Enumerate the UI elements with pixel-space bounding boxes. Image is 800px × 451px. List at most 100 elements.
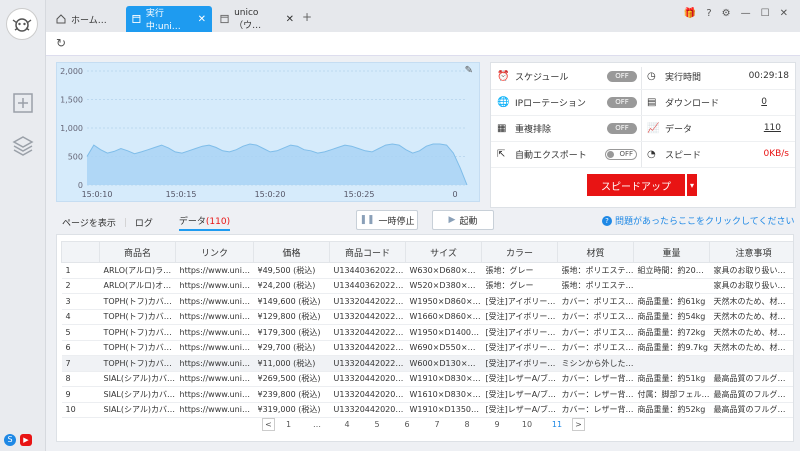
- table-cell: U13320442022924…: [329, 309, 406, 325]
- close-icon[interactable]: ✕: [286, 14, 294, 25]
- data-label: データ: [665, 124, 693, 135]
- skype-icon[interactable]: S: [4, 434, 16, 446]
- page-5[interactable]: 5: [362, 420, 392, 429]
- speed-chart: 2,000 1,500 1,000 500 0 15:0:10 15:0:15 15:0:20…: [56, 62, 480, 202]
- table-cell: SIAL(シアル)カバ…: [99, 371, 176, 387]
- table-cell: 1: [61, 262, 100, 279]
- download-icon: ▤: [647, 96, 657, 108]
- alarm-icon: ⏰: [497, 70, 510, 82]
- page-11-current[interactable]: 11: [542, 420, 572, 429]
- globe-icon: 🌐: [497, 96, 510, 108]
- tab-log[interactable]: ログ: [135, 216, 153, 229]
- refresh-icon[interactable]: ↻: [56, 36, 66, 50]
- table-cell: ¥179,300 (税込): [253, 324, 330, 341]
- column-header[interactable]: リンク: [175, 241, 254, 263]
- youtube-icon[interactable]: ▶: [20, 434, 32, 446]
- speed-up-dropdown[interactable]: ▾: [686, 174, 697, 196]
- pause-button[interactable]: ❚❚ 一時停止: [356, 210, 418, 230]
- table-row[interactable]: 5TOPH(トフ)カバー…https://www.unico-f…¥179,30…: [61, 324, 793, 341]
- table-cell: 4: [61, 309, 100, 325]
- y-tick-label: 1,000: [60, 124, 83, 133]
- maximize-icon[interactable]: ☐: [761, 8, 770, 19]
- help-icon[interactable]: ?: [706, 8, 711, 19]
- table-row[interactable]: 10SIAL(シアル)カバ…https://www.unico-f…¥319,0…: [61, 402, 793, 418]
- y-tick-label: 2,000: [60, 67, 83, 76]
- download-label: ダウンロード: [665, 98, 720, 109]
- column-header[interactable]: 注意事項: [709, 241, 793, 263]
- column-header[interactable]: カラー: [481, 241, 558, 263]
- home-icon: [56, 14, 66, 24]
- page-9[interactable]: 9: [482, 420, 512, 429]
- table-cell: U13320442020322…: [329, 386, 406, 403]
- autoexport-toggle[interactable]: OFF: [605, 148, 637, 160]
- table-cell: カバー：レザー背…: [557, 386, 634, 403]
- x-tick-label: 15:0:15: [166, 190, 197, 199]
- column-header[interactable]: 価格: [253, 241, 330, 263]
- autoexport-row: ⇱ 自動エクスポート OFF: [497, 141, 637, 167]
- table-row[interactable]: 9SIAL(シアル)カバ…https://www.unico-f…¥239,80…: [61, 386, 793, 403]
- table-cell: 最高品質のフルグ…: [709, 402, 793, 418]
- table-cell: U13320442020322…: [329, 402, 406, 418]
- table-row[interactable]: 8SIAL(シアル)カバ…https://www.unico-f…¥269,50…: [61, 371, 793, 387]
- tab-unico[interactable]: unico（ウ… ✕: [214, 6, 300, 32]
- x-tick-label: 15:0:20: [255, 190, 286, 199]
- column-header[interactable]: [61, 241, 100, 263]
- column-header[interactable]: 商品名: [99, 241, 176, 263]
- minimize-icon[interactable]: —: [741, 8, 751, 19]
- settings-icon[interactable]: ⚙: [722, 8, 731, 19]
- tab-page[interactable]: ページを表示: [62, 216, 116, 229]
- data-value[interactable]: 110: [764, 123, 781, 133]
- new-tab-button[interactable]: +: [302, 10, 312, 24]
- column-header[interactable]: 材質: [557, 241, 634, 263]
- tab-data-count: (110): [205, 217, 231, 227]
- speed-up-button[interactable]: スピードアップ: [587, 174, 685, 196]
- table-cell: ¥239,800 (税込): [253, 386, 330, 403]
- page-4[interactable]: 4: [332, 420, 362, 429]
- table-cell: TOPH(トフ)カバー…: [99, 309, 176, 325]
- schedule-label: スケジュール: [515, 72, 569, 83]
- help-link[interactable]: ? 問題があったらここをクリックしてください: [602, 214, 794, 227]
- column-header[interactable]: 商品コード: [329, 241, 406, 263]
- pagination: < 1 … 4 5 6 7 8 9 10 11 >: [262, 418, 585, 431]
- tab-data[interactable]: データ(110): [178, 214, 231, 231]
- tab-running[interactable]: 実行中:uni… ✕: [126, 6, 212, 32]
- table-cell: ARLO(アルロ)ラウ…: [99, 262, 176, 279]
- page-10[interactable]: 10: [512, 420, 542, 429]
- table-row[interactable]: 3TOPH(トフ)カバー…https://www.unico-f…¥149,60…: [61, 293, 793, 310]
- gift-icon[interactable]: 🎁: [684, 8, 696, 19]
- page-8[interactable]: 8: [452, 420, 482, 429]
- table-cell: https://www.unico-f…: [175, 402, 254, 418]
- page-7[interactable]: 7: [422, 420, 452, 429]
- layers-icon[interactable]: [12, 134, 34, 156]
- table-cell: U13320442020322…: [329, 371, 406, 387]
- edit-icon[interactable]: ✎: [465, 65, 473, 76]
- table-cell: https://www.unico-f…: [175, 386, 254, 403]
- table-row[interactable]: 4TOPH(トフ)カバー…https://www.unico-f…¥129,80…: [61, 309, 793, 325]
- table-row[interactable]: 1ARLO(アルロ)ラウ…https://www.unico-f…¥49,500…: [61, 262, 793, 279]
- tab-home[interactable]: ホーム…: [50, 6, 130, 32]
- ip-toggle[interactable]: OFF: [607, 96, 637, 108]
- add-task-icon[interactable]: [12, 92, 34, 114]
- page-1[interactable]: 1: [275, 420, 302, 429]
- table-row[interactable]: 2ARLO(アルロ)オッ…https://www.unico-f…¥24,200…: [61, 278, 793, 294]
- chart-svg: 2,0001,5001,000500015:0:10 15:0:15 15:0:20…: [60, 67, 468, 199]
- close-window-icon[interactable]: ✕: [780, 8, 788, 19]
- download-value[interactable]: 0: [761, 97, 767, 107]
- ip-row: 🌐 IPローテーション OFF: [497, 89, 637, 115]
- table-row[interactable]: 7TOPH(トフ)カバー…https://www.unico-f…¥11,000…: [61, 355, 793, 372]
- column-header[interactable]: 重量: [633, 241, 710, 263]
- table-cell: 3: [61, 293, 100, 310]
- column-header[interactable]: サイズ: [405, 241, 482, 263]
- close-icon[interactable]: ✕: [198, 14, 206, 25]
- table-cell: 商品重量：約51kg: [633, 371, 710, 387]
- table-cell: TOPH(トフ)カバー…: [99, 293, 176, 310]
- question-icon: ?: [602, 215, 612, 226]
- table-cell: カバー：ポリエステ…: [557, 309, 634, 325]
- prev-page-button[interactable]: <: [262, 418, 275, 431]
- next-page-button[interactable]: >: [572, 418, 585, 431]
- start-button[interactable]: ▶ 起動: [432, 210, 494, 230]
- schedule-toggle[interactable]: OFF: [607, 70, 637, 82]
- table-row[interactable]: 6TOPH(トフ)カバー…https://www.unico-f…¥29,700…: [61, 340, 793, 356]
- dedupe-toggle[interactable]: OFF: [607, 122, 637, 134]
- page-6[interactable]: 6: [392, 420, 422, 429]
